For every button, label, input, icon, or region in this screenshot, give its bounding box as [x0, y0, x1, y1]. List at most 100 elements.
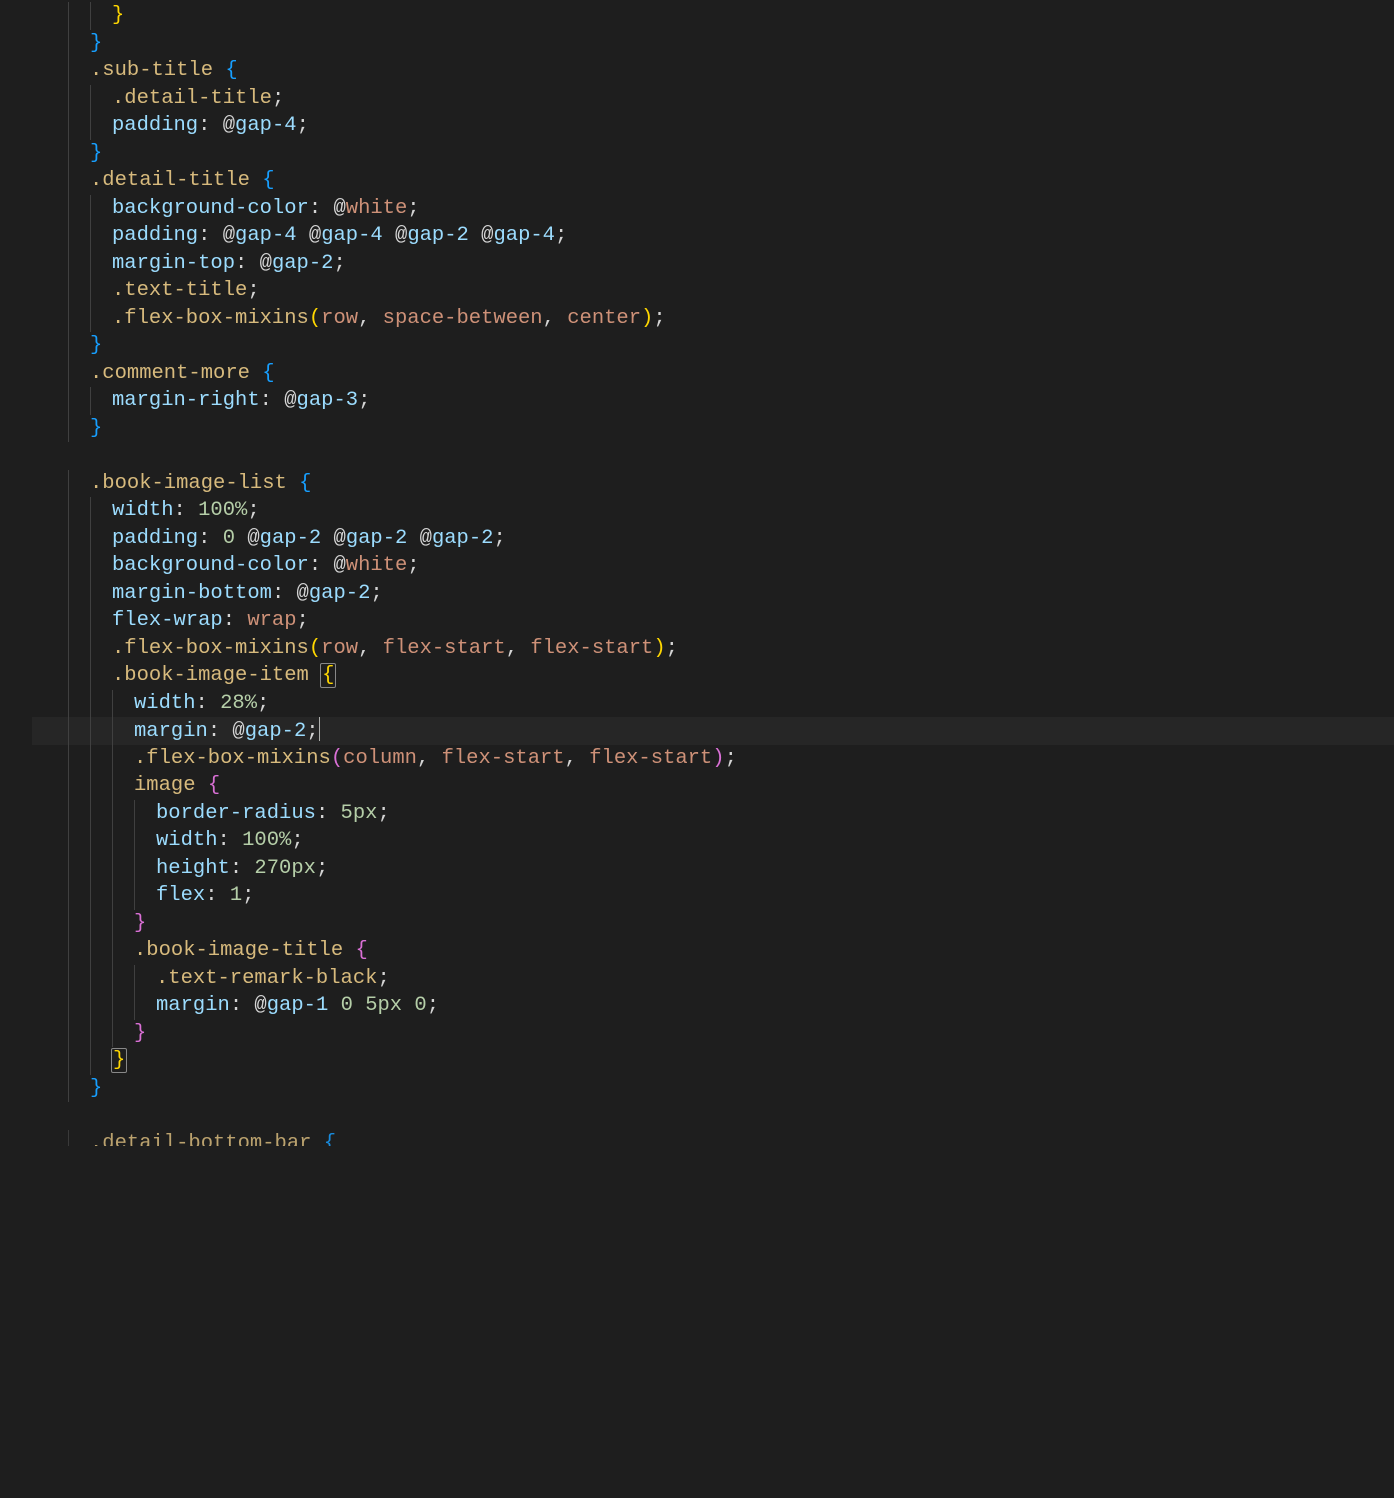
code-line[interactable]: background-color: @white;	[32, 195, 1394, 223]
code-line[interactable]: margin-right: @gap-3;	[32, 387, 1394, 415]
token-var: gap-2	[260, 527, 322, 550]
token-prop: margin	[134, 720, 208, 743]
code-line[interactable]: .flex-box-mixins(column, flex-start, fle…	[32, 745, 1394, 773]
code-line[interactable]: border-radius: 5px;	[32, 800, 1394, 828]
code-line[interactable]: .detail-title;	[32, 85, 1394, 113]
code-line[interactable]: }	[32, 2, 1394, 30]
line-number	[0, 552, 26, 580]
token-white: white	[346, 197, 408, 220]
code-line[interactable]: height: 270px;	[32, 855, 1394, 883]
token-num: 1	[230, 884, 242, 907]
code-line[interactable]: .text-title;	[32, 277, 1394, 305]
line-number	[0, 607, 26, 635]
code-line[interactable]: .book-image-list {	[32, 470, 1394, 498]
token-punct: ;	[427, 994, 439, 1017]
code-line[interactable]: image {	[32, 772, 1394, 800]
token-punct: ,	[565, 747, 590, 770]
code-line[interactable]: .comment-more {	[32, 360, 1394, 388]
code-line[interactable]: width: 100%;	[32, 497, 1394, 525]
code-line[interactable]: }	[32, 30, 1394, 58]
token-kw: row	[321, 637, 358, 660]
token-mix: .flex-box-mixins	[112, 637, 309, 660]
token-brace2: {	[299, 472, 311, 495]
code-line[interactable]: }	[32, 1020, 1394, 1048]
token-punct: ;	[306, 720, 318, 743]
token-punct: ;	[297, 114, 309, 137]
token-at: @	[223, 114, 235, 137]
code-line[interactable]: }	[32, 1047, 1394, 1075]
code-line[interactable]: .book-image-item {	[32, 662, 1394, 690]
code-line[interactable]: .flex-box-mixins(row, space-between, cen…	[32, 305, 1394, 333]
line-number	[0, 1075, 26, 1103]
token-punct: ,	[506, 637, 531, 660]
line-number	[0, 415, 26, 443]
line-number	[0, 442, 26, 470]
code-line[interactable]: .detail-bottom-bar {	[32, 1130, 1394, 1146]
code-line[interactable]: background-color: @white;	[32, 552, 1394, 580]
code-line[interactable]: }	[32, 332, 1394, 360]
code-line[interactable]: padding: @gap-4 @gap-4 @gap-2 @gap-4;	[32, 222, 1394, 250]
code-line[interactable]: .flex-box-mixins(row, flex-start, flex-s…	[32, 635, 1394, 663]
token-punct	[287, 472, 299, 495]
token-kw: column	[343, 747, 417, 770]
token-punct	[213, 59, 225, 82]
line-number	[0, 57, 26, 85]
code-line[interactable]: }	[32, 910, 1394, 938]
token-prop: background-color	[112, 197, 309, 220]
code-area[interactable]: }}.sub-title {.detail-title;padding: @ga…	[32, 0, 1394, 1498]
line-number	[0, 855, 26, 883]
token-prop: width	[156, 829, 218, 852]
code-line[interactable]: padding: @gap-4;	[32, 112, 1394, 140]
token-punct: :	[174, 499, 199, 522]
code-line[interactable]: margin-top: @gap-2;	[32, 250, 1394, 278]
token-punct: ;	[358, 389, 370, 412]
code-line[interactable]: }	[32, 415, 1394, 443]
line-number	[0, 910, 26, 938]
code-line[interactable]: margin: @gap-2;	[32, 717, 1394, 745]
code-line[interactable]: .sub-title {	[32, 57, 1394, 85]
token-brace: }	[134, 912, 146, 935]
code-line[interactable]: padding: 0 @gap-2 @gap-2 @gap-2;	[32, 525, 1394, 553]
token-punct: :	[309, 197, 334, 220]
token-punct: :	[198, 224, 223, 247]
token-at: @	[232, 720, 244, 743]
token-var: gap-2	[432, 527, 494, 550]
token-brace2: }	[90, 142, 102, 165]
code-line[interactable]: .text-remark-black;	[32, 965, 1394, 993]
code-line[interactable]: .book-image-title {	[32, 937, 1394, 965]
token-paren: (	[309, 307, 321, 330]
token-num: 270	[254, 857, 291, 880]
code-line[interactable]: }	[32, 1075, 1394, 1103]
code-line[interactable]: width: 100%;	[32, 827, 1394, 855]
code-line[interactable]	[32, 442, 1394, 470]
line-number	[0, 85, 26, 113]
token-unit: px	[353, 802, 378, 825]
code-line[interactable]: .detail-title {	[32, 167, 1394, 195]
token-at: @	[395, 224, 407, 247]
token-prop: padding	[112, 224, 198, 247]
line-number	[0, 387, 26, 415]
line-number	[0, 167, 26, 195]
line-number	[0, 1047, 26, 1075]
code-line[interactable]: margin-bottom: @gap-2;	[32, 580, 1394, 608]
code-line[interactable]: margin: @gap-1 0 5px 0;	[32, 992, 1394, 1020]
code-line[interactable]: flex-wrap: wrap;	[32, 607, 1394, 635]
code-line[interactable]: flex: 1;	[32, 882, 1394, 910]
line-number	[0, 690, 26, 718]
token-var: gap-2	[309, 582, 371, 605]
token-brace3: }	[112, 4, 124, 27]
token-sel: .text-remark-black	[156, 967, 377, 990]
code-line[interactable]	[32, 1102, 1394, 1130]
code-line[interactable]: }	[32, 140, 1394, 168]
token-sel: .book-image-list	[90, 472, 287, 495]
line-number	[0, 525, 26, 553]
token-punct: :	[205, 884, 230, 907]
code-editor[interactable]: }}.sub-title {.detail-title;padding: @ga…	[0, 0, 1394, 1498]
line-number	[0, 717, 26, 745]
token-at: @	[223, 224, 235, 247]
line-number	[0, 965, 26, 993]
token-punct: ,	[358, 307, 383, 330]
line-number	[0, 1020, 26, 1048]
token-punct	[321, 527, 333, 550]
code-line[interactable]: width: 28%;	[32, 690, 1394, 718]
